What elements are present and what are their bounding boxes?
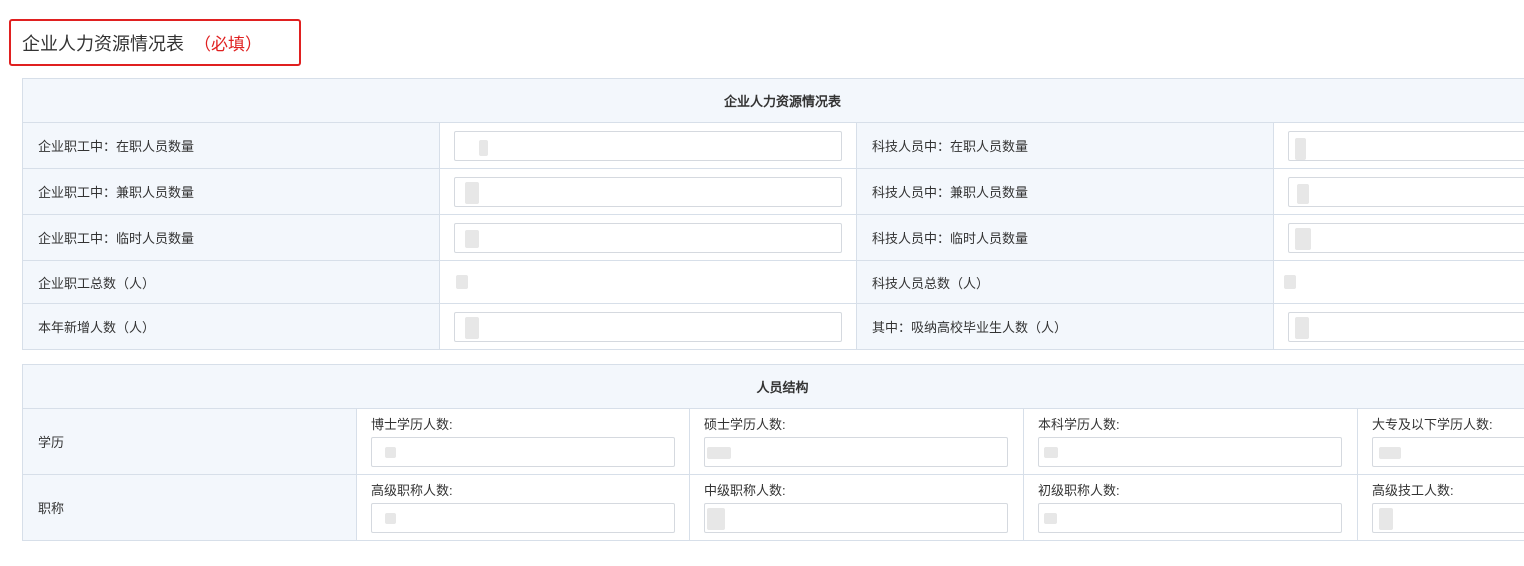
field-label: 本科学历人数: bbox=[1038, 417, 1120, 432]
label-cell: 其中：吸纳高校毕业生人数（人） bbox=[856, 303, 1274, 350]
table-row: 企业职工中：兼职人员数量 科技人员中：兼职人员数量 bbox=[22, 168, 1524, 215]
college-below-count-input[interactable] bbox=[1372, 437, 1524, 467]
structure-table: 人员结构 学历 博士学历人数: 硕士学历人数: 本科学历人数: 大专及以下学历人… bbox=[21, 364, 1524, 541]
section-title-text: 企业人力资源情况表 bbox=[22, 33, 184, 54]
table-row: 学历 博士学历人数: 硕士学历人数: 本科学历人数: 大专及以下学历人数: bbox=[22, 408, 1524, 475]
label-cell: 企业职工中：临时人员数量 bbox=[22, 214, 440, 261]
tech-temporary-input[interactable] bbox=[1288, 222, 1524, 253]
field-label: 博士学历人数: bbox=[371, 417, 453, 432]
hr-table: 企业人力资源情况表 企业职工中：在职人员数量 科技人员中：在职人员数量 企业职工… bbox=[21, 78, 1524, 350]
new-hires-input[interactable] bbox=[454, 311, 842, 342]
bachelor-count-input[interactable] bbox=[1038, 437, 1342, 467]
employees-total-value bbox=[454, 273, 856, 291]
structure-table-header: 人员结构 bbox=[21, 364, 1524, 409]
label-cell: 企业职工中：在职人员数量 bbox=[22, 122, 440, 169]
label-cell: 科技人员中：临时人员数量 bbox=[856, 214, 1274, 261]
label-cell: 企业职工中：兼职人员数量 bbox=[22, 168, 440, 215]
employees-active-input[interactable] bbox=[454, 130, 842, 161]
field-label: 高级职称人数: bbox=[371, 483, 453, 498]
employees-parttime-input[interactable] bbox=[454, 176, 842, 207]
senior-title-count-input[interactable] bbox=[371, 503, 675, 533]
field-label: 大专及以下学历人数: bbox=[1372, 417, 1493, 432]
tech-total-value bbox=[1284, 273, 1524, 291]
table-row: 本年新增人数（人） 其中：吸纳高校毕业生人数（人） bbox=[22, 303, 1524, 350]
table-row: 企业职工中：临时人员数量 科技人员中：临时人员数量 bbox=[22, 214, 1524, 261]
label-cell: 企业职工总数（人） bbox=[22, 260, 440, 304]
tech-active-input[interactable] bbox=[1288, 130, 1524, 161]
section-title: 企业人力资源情况表 （必填） bbox=[9, 19, 301, 66]
hr-table-header: 企业人力资源情况表 bbox=[21, 78, 1524, 123]
required-mark: （必填） bbox=[194, 35, 262, 54]
label-cell: 科技人员中：兼职人员数量 bbox=[856, 168, 1274, 215]
table-row: 企业职工总数（人） 科技人员总数（人） bbox=[22, 260, 1524, 304]
field-label: 初级职称人数: bbox=[1038, 483, 1120, 498]
label-cell: 本年新增人数（人） bbox=[22, 303, 440, 350]
employees-temporary-input[interactable] bbox=[454, 222, 842, 253]
master-count-input[interactable] bbox=[704, 437, 1008, 467]
table-row: 职称 高级职称人数: 中级职称人数: 初级职称人数: 高级技工人数: bbox=[22, 474, 1524, 541]
phd-count-input[interactable] bbox=[371, 437, 675, 467]
page: 企业人力资源情况表 （必填） 企业人力资源情况表 企业职工中：在职人员数量 科技… bbox=[0, 0, 1524, 566]
row-label-education: 学历 bbox=[22, 408, 357, 475]
graduates-hired-input[interactable] bbox=[1288, 311, 1524, 342]
table-row: 企业职工中：在职人员数量 科技人员中：在职人员数量 bbox=[22, 122, 1524, 169]
junior-title-count-input[interactable] bbox=[1038, 503, 1342, 533]
label-cell: 科技人员总数（人） bbox=[856, 260, 1274, 304]
row-label-title: 职称 bbox=[22, 474, 357, 541]
field-label: 高级技工人数: bbox=[1372, 483, 1454, 498]
senior-technician-count-input[interactable] bbox=[1372, 503, 1524, 533]
field-label: 中级职称人数: bbox=[704, 483, 786, 498]
intermediate-title-count-input[interactable] bbox=[704, 503, 1008, 533]
field-label: 硕士学历人数: bbox=[704, 417, 786, 432]
tech-parttime-input[interactable] bbox=[1288, 176, 1524, 207]
label-cell: 科技人员中：在职人员数量 bbox=[856, 122, 1274, 169]
